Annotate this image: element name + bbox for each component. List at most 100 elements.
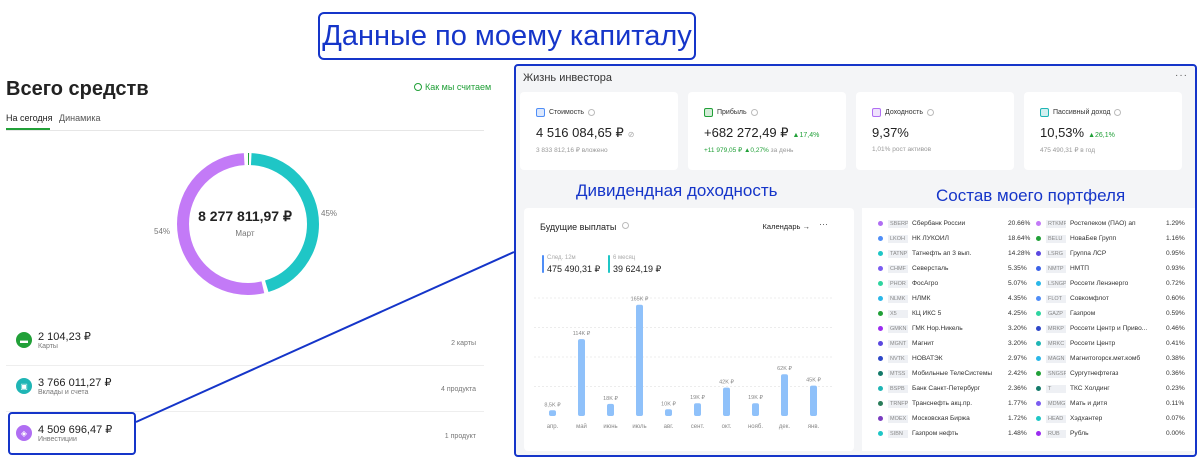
composition-row[interactable]: X5 КЦ ИКС 5 4.25%	[878, 306, 1040, 321]
stat-sub: 475 490,31 ₽ в год	[1040, 147, 1096, 154]
how-we-count-link[interactable]: Как мы считаем	[414, 82, 491, 92]
security-name: Хэдхантер	[1070, 415, 1103, 422]
list-item-deposits[interactable]: ▣ 3 766 011,27 ₽ Вклады и счета 4 продук…	[6, 374, 484, 412]
payouts-menu-icon[interactable]: ···	[819, 219, 828, 229]
color-dot	[1036, 251, 1041, 256]
composition-row[interactable]: GMKN ГМК Нор.Никель 3.20%	[878, 321, 1040, 336]
list-item-cards[interactable]: ▬ 2 104,23 ₽ Карты 2 карты	[6, 328, 484, 366]
stat-card-profit[interactable]: Прибыль +682 272,49 ₽ ▲17,4% +11 979,05 ₽…	[688, 92, 846, 170]
composition-row[interactable]: CHMF Северсталь 5.35%	[878, 261, 1040, 276]
tab-dynamics[interactable]: Динамика	[59, 113, 100, 123]
security-name: Татнефть ап 3 вып.	[912, 250, 972, 257]
bar-янв.[interactable]	[810, 385, 817, 416]
question-icon[interactable]	[1114, 109, 1122, 116]
composition-row[interactable]: MTSS Мобильные ТелеСистемы 2.42%	[878, 366, 1040, 381]
composition-row[interactable]: MOEX Московская Биржа 1.72%	[878, 411, 1040, 426]
six-month-value: 39 624,19 ₽	[613, 264, 662, 274]
composition-row[interactable]: HEAD Хэдхантер 0.07%	[1036, 411, 1195, 426]
composition-row[interactable]: TATNP Татнефть ап 3 вып. 14.28%	[878, 246, 1040, 261]
row-divider	[6, 365, 484, 366]
composition-row[interactable]: SIBN Газпром нефть 1.48%	[878, 426, 1040, 441]
bar-май[interactable]	[578, 339, 585, 416]
next12-marker	[542, 255, 544, 273]
color-dot	[878, 326, 883, 331]
tab-today[interactable]: На сегодня	[6, 113, 53, 123]
bar-июль[interactable]	[636, 304, 643, 416]
question-icon[interactable]	[588, 109, 596, 116]
stat-sub-suffix: за день	[768, 147, 794, 154]
question-icon[interactable]	[750, 109, 758, 116]
composition-row[interactable]: MRKP Россети Центр и Приво... 0.46%	[1036, 321, 1195, 336]
composition-row[interactable]: MDMG Мать и дитя 0.11%	[1036, 396, 1195, 411]
stat-card-value[interactable]: Стоимость 4 516 084,65 ₽ ⊘ 3 833 812,16 ₽…	[520, 92, 678, 170]
bar-апр.[interactable]	[549, 410, 556, 416]
composition-row[interactable]: LSRG Группа ЛСР 0.95%	[1036, 246, 1195, 261]
composition-row[interactable]: BELU НоваБев Групп 1.16%	[1036, 231, 1195, 246]
color-dot	[1036, 371, 1041, 376]
bar-value-label: 45K ₽	[806, 377, 821, 384]
composition-row[interactable]: NLMK НЛМК 4.35%	[878, 291, 1040, 306]
x-tick-label: дек.	[779, 424, 790, 430]
color-dot	[1036, 326, 1041, 331]
bar-окт.[interactable]	[723, 387, 730, 416]
eye-hide-icon[interactable]: ⊘	[628, 130, 635, 139]
composition-row[interactable]: GAZP Газпром 0.59%	[1036, 306, 1195, 321]
ticker-label: MOEX	[888, 414, 908, 423]
x-tick-label: авг.	[664, 424, 674, 430]
ticker-label: HEAD	[1046, 414, 1066, 423]
security-name: НОВАТЭК	[912, 355, 943, 362]
composition-row[interactable]: RTKMP Ростелеком (ПАО) ап 1.29%	[1036, 216, 1195, 231]
question-icon[interactable]	[622, 222, 629, 229]
security-share: 1.16%	[1166, 235, 1185, 242]
composition-row[interactable]: NVTK НОВАТЭК 2.97%	[878, 351, 1040, 366]
bar-нояб.[interactable]	[752, 403, 759, 416]
color-dot	[1036, 386, 1041, 391]
security-share: 0.59%	[1166, 310, 1185, 317]
composition-row[interactable]: MGNT Магнит 3.20%	[878, 336, 1040, 351]
donut-right-percent: 45%	[321, 209, 338, 218]
ticker-label: TATNP	[888, 249, 908, 258]
composition-row[interactable]: TRNFP Транснефть акц.пр. 1.77%	[878, 396, 1040, 411]
bar-июнь[interactable]	[607, 403, 614, 416]
stat-value: 10,53%	[1040, 125, 1085, 140]
composition-row[interactable]: SBERP Сбербанк России 20.66%	[878, 216, 1040, 231]
security-share: 0.46%	[1166, 325, 1185, 332]
ticker-label: RUB	[1046, 429, 1066, 438]
bar-авг.[interactable]	[665, 409, 672, 416]
panel-menu-icon[interactable]: ···	[1175, 70, 1188, 81]
composition-row[interactable]: MAGN Магнитогорск.мет.комб 0.38%	[1036, 351, 1195, 366]
composition-row[interactable]: LKOH НК ЛУКОЙЛ 18.64%	[878, 231, 1040, 246]
x-tick-label: июнь	[603, 424, 617, 430]
composition-row[interactable]: MRKC Россети Центр 0.41%	[1036, 336, 1195, 351]
dividend-yield-caption: Дивидендная доходность	[576, 181, 778, 200]
color-dot	[1036, 356, 1041, 361]
composition-row[interactable]: NMTP НМТП 0.93%	[1036, 261, 1195, 276]
donut-left-percent: 54%	[154, 227, 171, 236]
composition-row[interactable]: SNGSP Сургутнефтегаз 0.36%	[1036, 366, 1195, 381]
composition-row[interactable]: BSPB Банк Санкт-Петербург 2.36%	[878, 381, 1040, 396]
security-name: Транснефть акц.пр.	[912, 400, 973, 407]
stat-card-passive-income[interactable]: Пассивный доход 10,53% ▲26,1% 475 490,31 …	[1024, 92, 1182, 170]
composition-row[interactable]: T ТКС Холдинг 0.23%	[1036, 381, 1195, 396]
composition-row[interactable]: PHOR ФосАгро 5.07%	[878, 276, 1040, 291]
question-icon[interactable]	[927, 109, 934, 116]
composition-row[interactable]: FLOT Совкомфлот 0.60%	[1036, 291, 1195, 306]
bar-value-label: 19K ₽	[748, 394, 763, 401]
color-dot	[878, 371, 883, 376]
composition-row[interactable]: LSNGP Россети Ленэнерго 0.72%	[1036, 276, 1195, 291]
bar-value-label: 62K ₽	[777, 365, 792, 372]
bar-value-label: 8,5K ₽	[544, 401, 561, 408]
ticker-label: FLOT	[1046, 294, 1066, 303]
security-name: НМТП	[1070, 265, 1090, 272]
stat-card-yield[interactable]: Доходность 9,37% 1,01% рост активов	[856, 92, 1014, 170]
security-share: 1.29%	[1166, 220, 1185, 227]
ticker-label: NMTP	[1046, 264, 1066, 273]
stat-title: Доходность	[885, 109, 923, 116]
investor-life-title: Жизнь инвестора	[523, 72, 613, 84]
bar-сент.[interactable]	[694, 403, 701, 416]
calendar-link[interactable]: Календарь →	[763, 222, 810, 231]
ticker-label: BELU	[1046, 234, 1066, 243]
color-dot	[1036, 311, 1041, 316]
composition-row[interactable]: RUB Рубль 0.00%	[1036, 426, 1195, 441]
bar-дек.[interactable]	[781, 374, 788, 416]
